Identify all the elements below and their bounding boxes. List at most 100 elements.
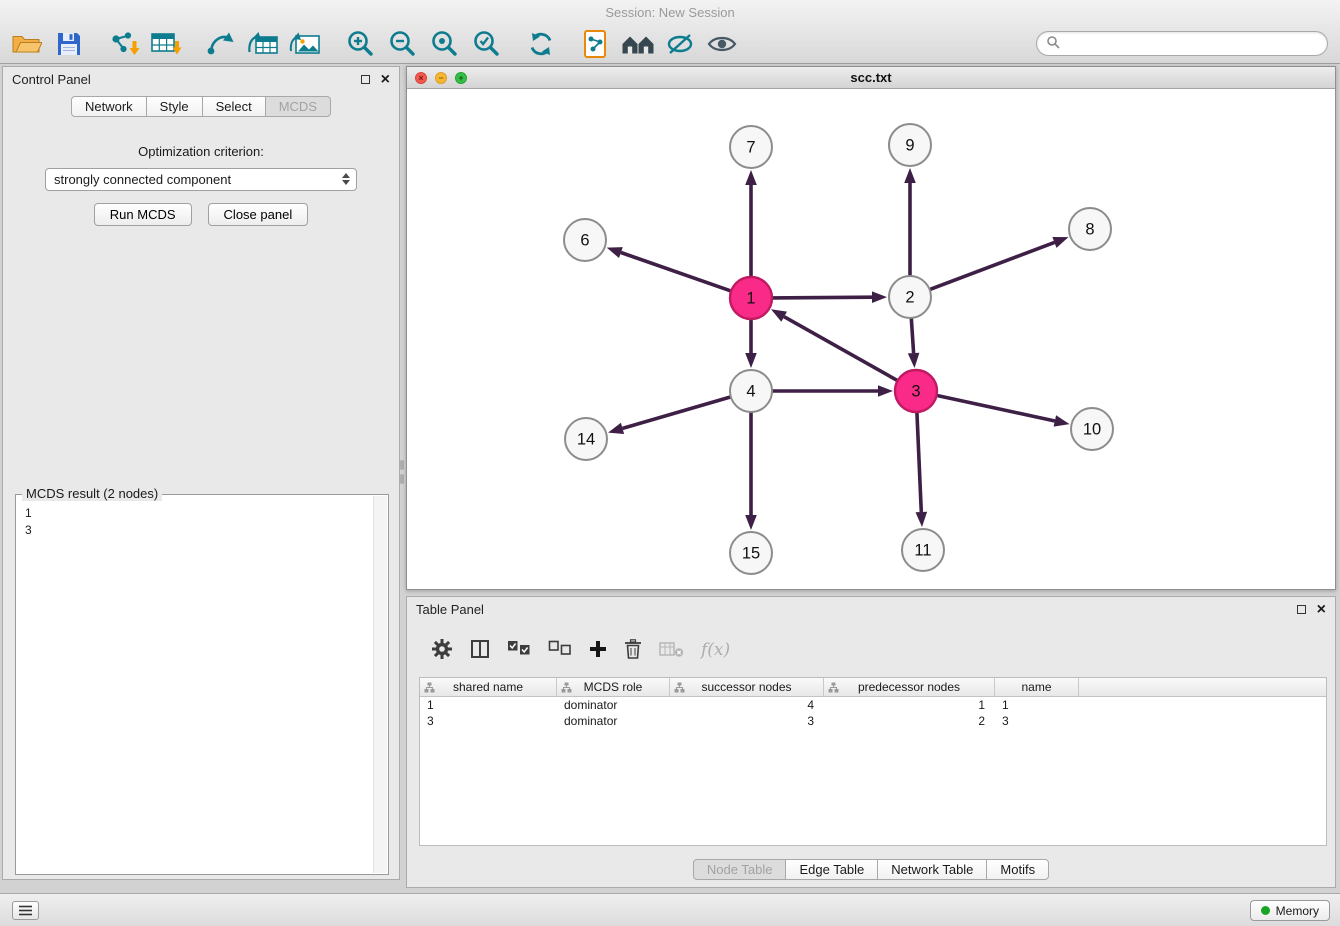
graph-edge-1-7[interactable] <box>745 170 757 277</box>
graph-edge-3-11[interactable] <box>916 412 928 527</box>
svg-text:1: 1 <box>746 290 755 308</box>
svg-text:10: 10 <box>1083 421 1101 439</box>
graph-node-10[interactable]: 10 <box>1071 408 1113 450</box>
panel-splitter-handle[interactable] <box>400 460 404 470</box>
open-session-icon[interactable] <box>6 27 48 61</box>
criterion-selected-value: strongly connected component <box>54 172 231 187</box>
tab-mcds[interactable]: MCDS <box>265 96 331 117</box>
add-column-icon[interactable] <box>589 640 607 661</box>
columns-icon[interactable] <box>470 639 490 662</box>
save-session-icon[interactable] <box>48 27 90 61</box>
float-table-panel-icon[interactable] <box>1297 605 1306 614</box>
export-network-icon[interactable] <box>200 27 242 61</box>
column-header-label: name <box>1021 680 1051 694</box>
tab-network[interactable]: Network <box>71 96 147 117</box>
close-panel-icon[interactable]: × <box>381 72 390 88</box>
import-table-icon[interactable] <box>145 27 187 61</box>
graphics-details-icon[interactable] <box>659 27 701 61</box>
column-header-mcds-role[interactable]: MCDS role <box>557 678 670 696</box>
graph-node-2[interactable]: 2 <box>889 276 931 318</box>
graph-edge-4-3[interactable] <box>772 385 893 397</box>
eye-icon[interactable] <box>701 27 743 61</box>
graph-node-7[interactable]: 7 <box>730 126 772 168</box>
svg-text:9: 9 <box>905 137 914 155</box>
maximize-window-icon[interactable]: + <box>455 72 467 84</box>
graph-edge-2-8[interactable] <box>930 237 1069 290</box>
first-neighbors-icon[interactable] <box>575 27 617 61</box>
tab-edge-table[interactable]: Edge Table <box>785 859 878 880</box>
graph-node-9[interactable]: 9 <box>889 124 931 166</box>
graph-edge-3-10[interactable] <box>937 395 1070 426</box>
graph-edge-3-1[interactable] <box>771 309 898 380</box>
graph-node-15[interactable]: 15 <box>730 532 772 574</box>
search-field[interactable] <box>1036 31 1328 56</box>
import-network-icon[interactable] <box>103 27 145 61</box>
graph-node-6[interactable]: 6 <box>564 219 606 261</box>
close-table-panel-icon[interactable]: × <box>1317 602 1326 618</box>
column-type-icon <box>424 682 435 696</box>
graph-edge-2-3[interactable] <box>908 318 920 368</box>
table-row[interactable]: 3 dominator 3 2 3 <box>420 713 1326 729</box>
task-history-button[interactable] <box>12 901 39 920</box>
export-image-icon[interactable] <box>284 27 326 61</box>
graph-node-1[interactable]: 1 <box>730 277 772 319</box>
graph-edge-4-15[interactable] <box>745 412 757 530</box>
svg-text:2: 2 <box>905 289 914 307</box>
run-mcds-button[interactable]: Run MCDS <box>94 203 192 226</box>
delete-table-icon[interactable] <box>659 640 684 661</box>
column-header-shared-name[interactable]: shared name <box>420 678 557 696</box>
mcds-result-item: 1 <box>25 505 379 522</box>
zoom-in-icon[interactable] <box>339 27 381 61</box>
table-row[interactable]: 1 dominator 4 1 1 <box>420 697 1326 713</box>
tab-network-table[interactable]: Network Table <box>877 859 987 880</box>
float-panel-icon[interactable] <box>361 75 370 84</box>
app-titlebar: Session: New Session <box>0 0 1340 25</box>
graph-node-11[interactable]: 11 <box>902 529 944 571</box>
zoom-selected-icon[interactable] <box>465 27 507 61</box>
gear-icon[interactable] <box>431 638 453 663</box>
graph-edge-1-2[interactable] <box>772 291 887 303</box>
column-header-predecessor-nodes[interactable]: predecessor nodes <box>824 678 995 696</box>
graph-edge-1-6[interactable] <box>607 247 732 291</box>
delete-column-icon[interactable] <box>624 639 642 662</box>
deselect-all-icon[interactable] <box>548 640 572 660</box>
panel-splitter-handle[interactable] <box>400 474 404 484</box>
graph-edge-4-14[interactable] <box>608 397 731 434</box>
network-window-title: scc.txt <box>407 70 1335 85</box>
graph-edge-1-4[interactable] <box>745 319 757 368</box>
graph-node-4[interactable]: 4 <box>730 370 772 412</box>
criterion-select[interactable]: strongly connected component <box>45 168 357 191</box>
network-canvas[interactable]: 7 9 6 8 1 2 4 3 14 10 15 11 <box>407 89 1335 589</box>
graph-edge-2-9[interactable] <box>904 168 916 276</box>
zoom-fit-icon[interactable] <box>423 27 465 61</box>
minimize-window-icon[interactable]: − <box>435 72 447 84</box>
select-all-icon[interactable] <box>507 640 531 660</box>
column-header-name[interactable]: name <box>995 678 1079 696</box>
close-window-icon[interactable]: × <box>415 72 427 84</box>
memory-button[interactable]: Memory <box>1250 900 1330 921</box>
column-type-icon <box>561 682 572 696</box>
column-header-successor-nodes[interactable]: successor nodes <box>670 678 824 696</box>
tab-motifs[interactable]: Motifs <box>986 859 1049 880</box>
tab-style[interactable]: Style <box>146 96 203 117</box>
graph-node-8[interactable]: 8 <box>1069 208 1111 250</box>
result-scrollbar[interactable] <box>373 496 387 873</box>
tab-select[interactable]: Select <box>202 96 266 117</box>
refresh-icon[interactable] <box>520 27 562 61</box>
zoom-out-icon[interactable] <box>381 27 423 61</box>
table-panel-title: Table Panel <box>416 602 1297 617</box>
network-graph[interactable]: 7 9 6 8 1 2 4 3 14 10 15 11 <box>407 89 1335 589</box>
graph-node-14[interactable]: 14 <box>565 418 607 460</box>
tab-node-table[interactable]: Node Table <box>693 859 787 880</box>
column-header-label: shared name <box>453 680 523 694</box>
home-icon[interactable] <box>617 27 659 61</box>
svg-text:3: 3 <box>911 383 920 401</box>
graph-node-3[interactable]: 3 <box>895 370 937 412</box>
control-panel-header: Control Panel × <box>3 67 399 92</box>
close-panel-button[interactable]: Close panel <box>208 203 309 226</box>
search-input[interactable] <box>1065 37 1318 51</box>
function-builder-icon[interactable]: f(x) <box>701 640 730 660</box>
export-table-icon[interactable] <box>242 27 284 61</box>
mcds-result-title: MCDS result (2 nodes) <box>22 486 162 501</box>
app-window-chrome: Session: New Session <box>0 0 1340 64</box>
